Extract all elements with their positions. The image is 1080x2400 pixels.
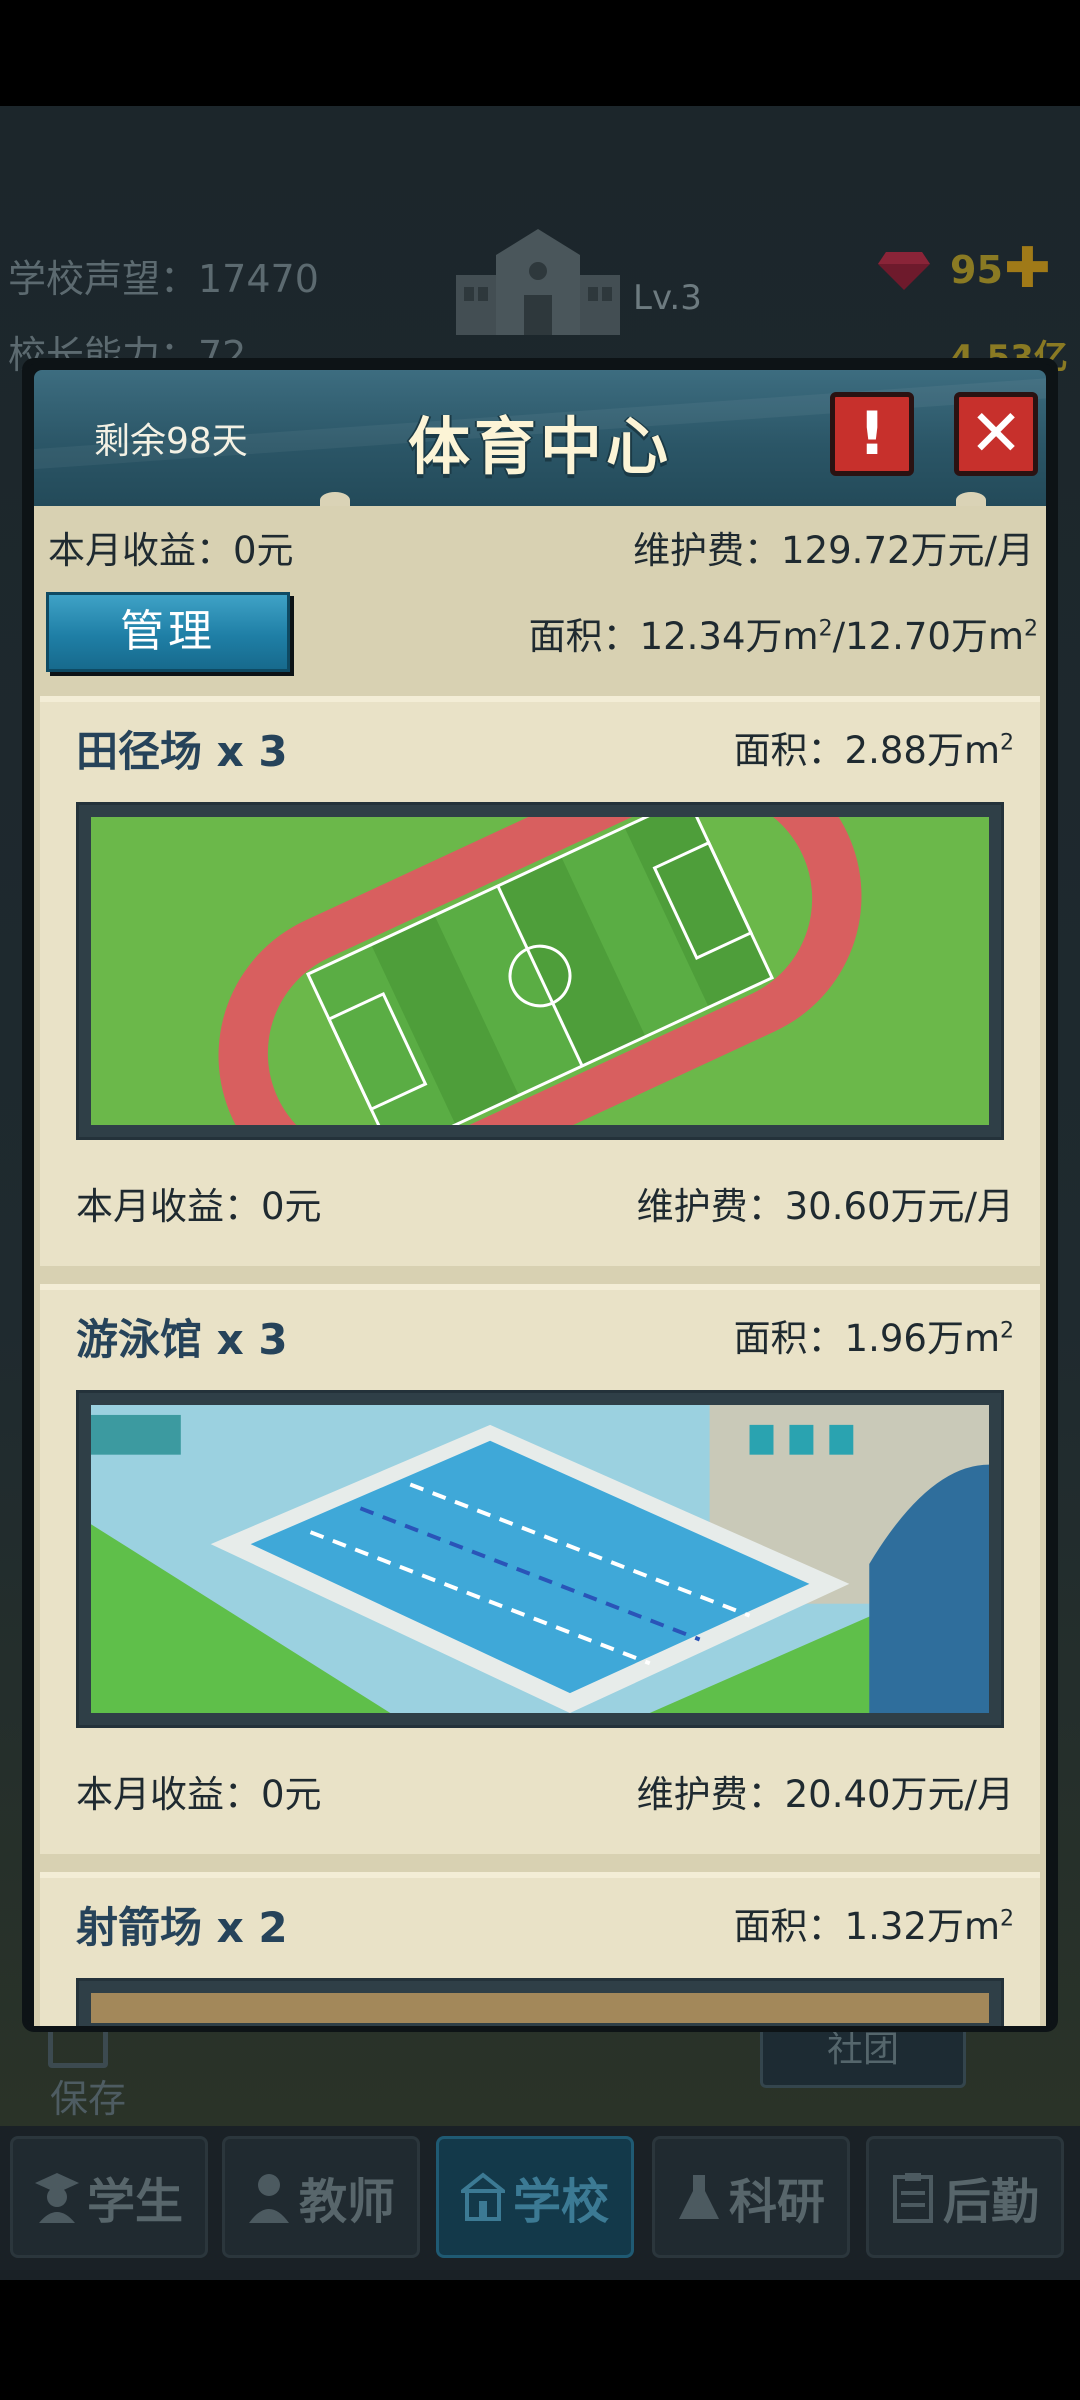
facility-fee: 维护费：20.40万元/月 [636,1773,1014,1816]
archery-range-image [76,1978,1004,2026]
total-monthly-income: 本月收益：0元 [48,529,294,572]
student-icon [34,2173,79,2223]
facility-name: 射箭场 x 2 [76,1903,288,1952]
facility-card-pool[interactable]: 游泳馆 x 3 面积：1.96万m2 本月收益：0元 维护费：20.40万元/月 [40,1284,1040,1854]
bottom-navigation: 学生 教师 学校 科研 后勤 [0,2126,1080,2280]
close-button[interactable]: ✕ [954,392,1038,476]
add-gems-icon[interactable]: ✚ [1004,236,1051,301]
reputation-stat: 学校声望：17470 [8,257,319,301]
tab-research[interactable]: 科研 [652,2136,850,2258]
facility-card-archery[interactable]: 射箭场 x 2 面积：1.32万m2 [40,1872,1040,2026]
facility-area: 面积：2.88万m2 [733,729,1014,772]
status-bar [0,0,1080,106]
facility-name: 田径场 x 3 [76,727,288,776]
tab-teachers[interactable]: 教师 [222,2136,420,2258]
facility-area: 面积：1.96万m2 [733,1317,1014,1360]
tab-label: 后勤 [942,2174,1039,2230]
clipboard-icon [892,2173,933,2223]
save-label[interactable]: 保存 [50,2068,126,2123]
facility-area: 面积：1.32万m2 [733,1905,1014,1948]
total-area: 面积：12.34万m2/12.70万m2 [528,615,1038,658]
tab-logistics[interactable]: 后勤 [866,2136,1064,2258]
system-nav-area [0,2280,1080,2400]
dialog-header: 剩余98天 体育中心 ! ✕ [34,370,1046,506]
total-maintenance-fee: 维护费：129.72万元/月 [633,529,1034,572]
facility-income: 本月收益：0元 [76,1773,322,1816]
tab-label: 教师 [298,2174,395,2230]
facility-name: 游泳馆 x 3 [76,1315,288,1364]
school-building-icon [456,229,620,335]
gem-count: 95 [950,248,1003,292]
tab-label: 学校 [512,2174,609,2230]
tab-label: 学生 [86,2174,183,2230]
tab-school[interactable]: 学校 [436,2136,634,2258]
tab-students[interactable]: 学生 [10,2136,208,2258]
gem-icon [878,252,930,290]
swimming-pool-image [76,1390,1004,1728]
sports-center-dialog: 剩余98天 体育中心 ! ✕ 本月收益：0元 维护费：129.72万元/月 管理… [22,358,1058,2032]
dialog-body: 本月收益：0元 维护费：129.72万元/月 管理 面积：12.34万m2/12… [34,506,1046,2026]
info-button[interactable]: ! [830,392,914,476]
track-field-image [76,802,1004,1140]
manage-button[interactable]: 管理 [46,592,290,672]
facility-fee: 维护费：30.60万元/月 [636,1185,1014,1228]
tab-label: 科研 [728,2174,825,2230]
flask-icon [678,2175,719,2219]
facility-card-track[interactable]: 田径场 x 3 面积：2.88万m2 本月收益：0元 维护费：30.60万元/月 [40,696,1040,1266]
school-level: Lv.3 [633,278,702,318]
school-icon [460,2172,505,2221]
teacher-icon [248,2174,289,2223]
facility-income: 本月收益：0元 [76,1185,322,1228]
